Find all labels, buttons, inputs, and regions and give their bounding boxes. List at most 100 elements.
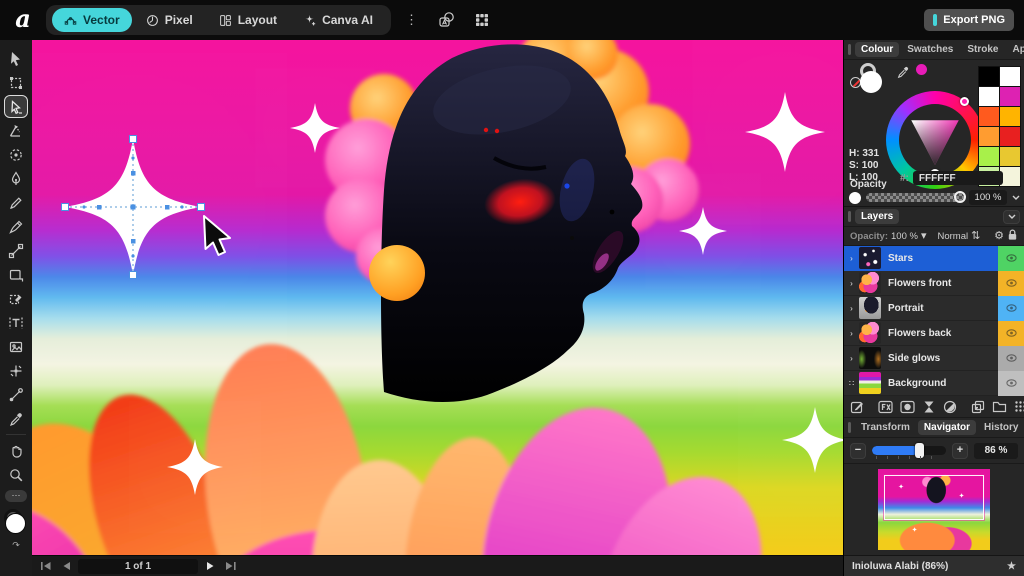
vector-node-handle[interactable]: [130, 136, 137, 143]
swatch[interactable]: [979, 107, 999, 126]
swatch[interactable]: [979, 127, 999, 146]
hex-input[interactable]: FFFFFF: [913, 171, 1003, 185]
layer-row-flowers-back[interactable]: › Flowers back: [844, 321, 1024, 346]
layer-expand-chevron[interactable]: ›: [844, 304, 859, 313]
vector-node-handle[interactable]: [130, 272, 137, 279]
point-transform-tool[interactable]: [4, 359, 28, 382]
favourite-star-icon[interactable]: ★: [1007, 561, 1016, 572]
layer-visibility-strip[interactable]: [998, 246, 1024, 271]
layer-visibility-strip[interactable]: [998, 296, 1024, 321]
tab-pixel[interactable]: Pixel: [134, 8, 205, 32]
fx-button[interactable]: [878, 400, 893, 414]
fill-well[interactable]: [860, 71, 882, 93]
blend-mode-select[interactable]: Normal: [937, 231, 968, 242]
tab-history[interactable]: History: [978, 420, 1024, 435]
fill-stroke-well[interactable]: [3, 509, 29, 539]
layer-visibility-strip[interactable]: [998, 271, 1024, 296]
layer-visibility-strip[interactable]: [998, 321, 1024, 346]
page-indicator[interactable]: 1 of 1: [78, 559, 198, 574]
blend-mode-caret-icon[interactable]: ⇅: [971, 231, 980, 242]
tab-canva-ai[interactable]: Canva AI: [291, 8, 385, 32]
tab-layout[interactable]: Layout: [207, 8, 289, 32]
affinity-logo[interactable]: a: [10, 7, 36, 33]
layer-lock-icon[interactable]: [1007, 229, 1018, 244]
layer-row-flowers-front[interactable]: › Flowers front: [844, 271, 1024, 296]
node-tool[interactable]: [4, 95, 28, 118]
zoom-tool[interactable]: [4, 463, 28, 486]
edit-all-layers-button[interactable]: [850, 400, 864, 414]
tab-vector[interactable]: Vector: [52, 8, 132, 32]
canvas-viewport[interactable]: [32, 40, 843, 555]
layer-expand-chevron[interactable]: ›: [844, 329, 859, 338]
previous-page-button[interactable]: [58, 559, 74, 573]
vector-node-handle[interactable]: [198, 204, 205, 211]
swatch[interactable]: [1000, 167, 1020, 186]
layer-row-background[interactable]: ∷ Background: [844, 371, 1024, 396]
first-page-button[interactable]: [38, 559, 54, 573]
zoom-value[interactable]: 86 %: [974, 443, 1018, 459]
opacity-dropdown[interactable]: [1012, 192, 1020, 203]
tab-appearance[interactable]: Appearance: [1006, 42, 1024, 57]
toolbar-overflow-menu[interactable]: ⋮: [399, 12, 424, 28]
fill-colour-well[interactable]: [5, 513, 26, 534]
layer-visibility-strip[interactable]: [998, 371, 1024, 396]
zoom-out-button[interactable]: −: [850, 443, 866, 459]
zoom-slider[interactable]: [872, 443, 946, 459]
next-page-button[interactable]: [202, 559, 218, 573]
swap-colours-button[interactable]: ↷: [3, 540, 29, 551]
vector-brush-tool[interactable]: [4, 215, 28, 238]
opacity-slider[interactable]: [866, 193, 964, 202]
zoom-slider-track[interactable]: [872, 446, 946, 455]
swatch[interactable]: [1000, 67, 1020, 86]
layer-expand-chevron[interactable]: ›: [844, 354, 859, 363]
layer-row-side-glows[interactable]: › Side glows: [844, 346, 1024, 371]
layer-row-portrait[interactable]: › Portrait: [844, 296, 1024, 321]
navigator-thumbnail[interactable]: ✦ ✦ ✦: [878, 469, 990, 550]
colour-wells[interactable]: [850, 63, 896, 97]
insert-inside-button[interactable]: [971, 400, 985, 414]
layers-panel-collapse-button[interactable]: [1003, 210, 1020, 224]
opacity-value[interactable]: 100 %: [969, 190, 1007, 205]
group-button[interactable]: [992, 400, 1007, 413]
more-tools-button[interactable]: ⋯: [5, 490, 27, 502]
move-tool[interactable]: [4, 47, 28, 70]
tab-layers[interactable]: Layers: [855, 209, 899, 224]
navigator-view-rectangle[interactable]: [884, 475, 985, 520]
panel-drag-handle[interactable]: [848, 422, 851, 433]
layer-expand-chevron[interactable]: ›: [844, 254, 859, 263]
last-page-button[interactable]: [222, 559, 238, 573]
hue-selector[interactable]: [960, 97, 969, 106]
shape-tool[interactable]: [4, 263, 28, 286]
pattern-button[interactable]: [1014, 400, 1024, 413]
swatch[interactable]: [1000, 127, 1020, 146]
layer-opacity-value[interactable]: 100 %: [891, 231, 918, 242]
pencil-tool[interactable]: [4, 191, 28, 214]
tab-swatches[interactable]: Swatches: [901, 42, 959, 57]
artboard-tool[interactable]: [4, 71, 28, 94]
shape-builder-tool[interactable]: [4, 287, 28, 310]
tab-transform[interactable]: Transform: [855, 420, 916, 435]
panel-drag-handle[interactable]: [848, 44, 851, 55]
swatch[interactable]: [1000, 87, 1020, 106]
live-filter-button[interactable]: [943, 400, 957, 414]
swatch[interactable]: [1000, 107, 1020, 126]
studio-grid-button[interactable]: [468, 8, 496, 32]
layer-visibility-strip[interactable]: [998, 346, 1024, 371]
colour-picker-button[interactable]: [896, 65, 910, 82]
selection-brush-tool[interactable]: [4, 143, 28, 166]
contour-tool[interactable]: [4, 119, 28, 142]
image-tool[interactable]: [4, 335, 28, 358]
swatch[interactable]: [979, 67, 999, 86]
swatch[interactable]: [979, 87, 999, 106]
assets-button[interactable]: [432, 8, 460, 32]
mask-button[interactable]: [900, 400, 915, 414]
vector-node-handle[interactable]: [62, 204, 69, 211]
export-png-button[interactable]: Export PNG: [924, 9, 1014, 31]
layer-opacity-caret-icon[interactable]: ▾: [921, 231, 927, 242]
layer-expand-chevron[interactable]: ›: [844, 279, 859, 288]
gradient-tool[interactable]: [4, 383, 28, 406]
colour-picker-tool[interactable]: [4, 407, 28, 430]
tab-colour[interactable]: Colour: [855, 42, 899, 57]
tab-navigator[interactable]: Navigator: [918, 420, 976, 435]
hand-tool[interactable]: [4, 439, 28, 462]
